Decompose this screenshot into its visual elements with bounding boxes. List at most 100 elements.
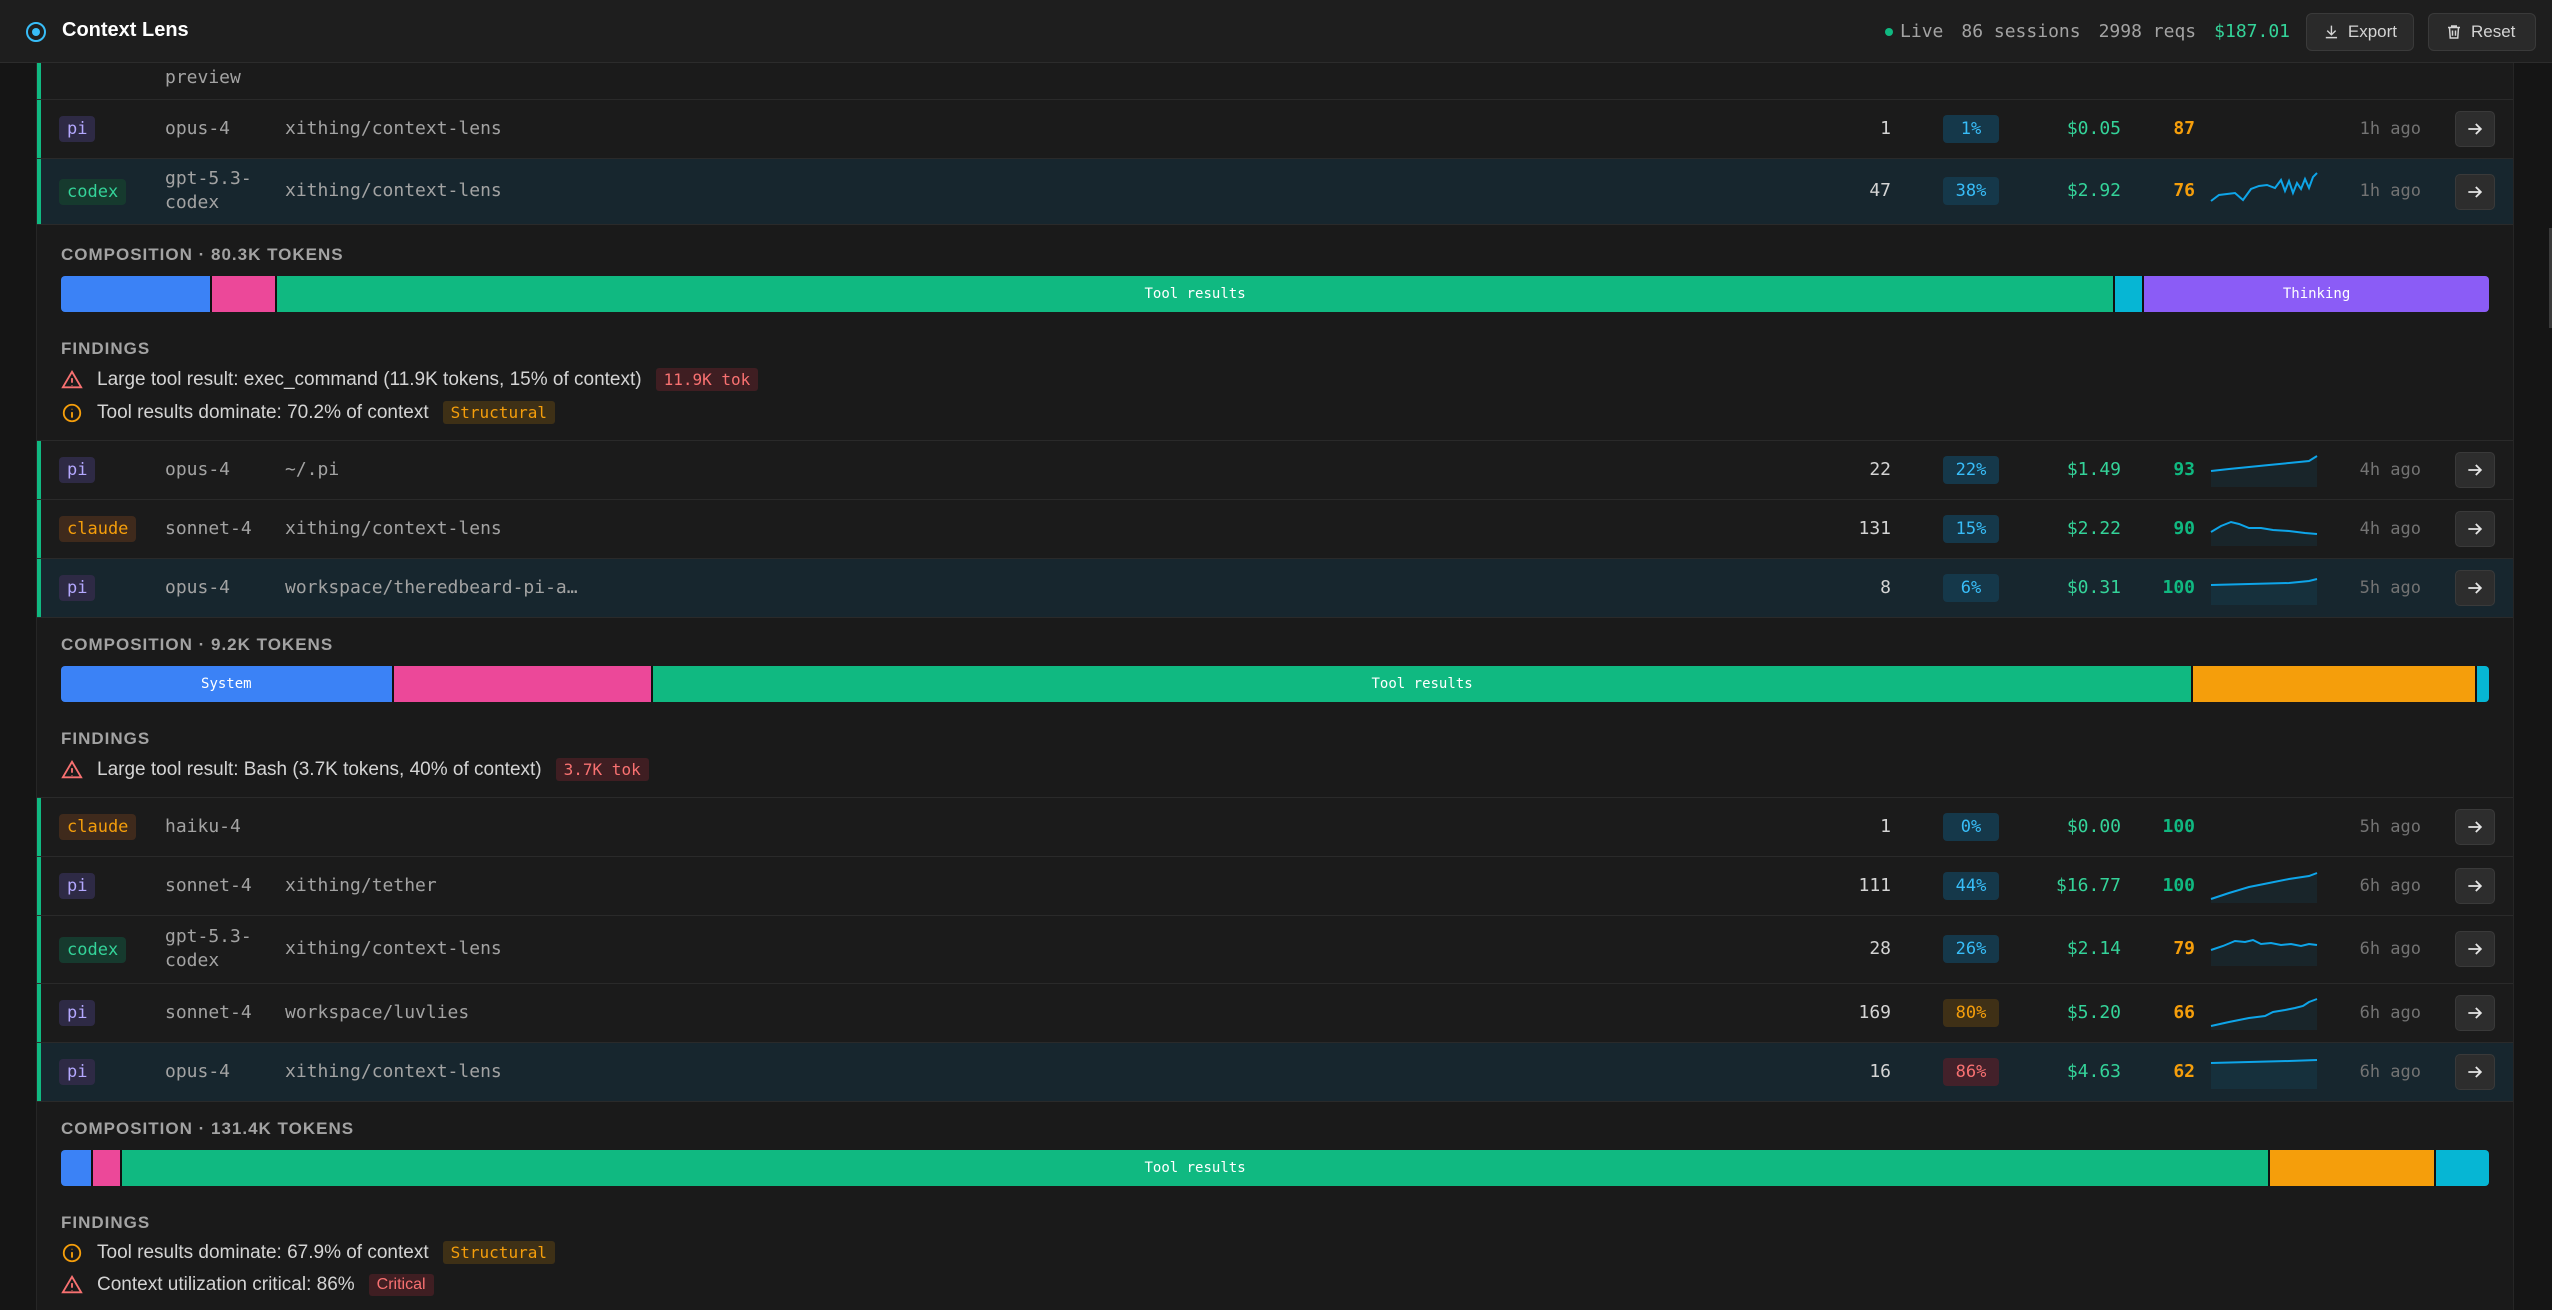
open-session-button[interactable] xyxy=(2455,995,2495,1031)
health-score: 87 xyxy=(2173,118,2195,139)
session-cost: $1.49 xyxy=(2066,459,2121,480)
open-session-button[interactable] xyxy=(2455,1054,2495,1090)
composition-segment[interactable] xyxy=(393,666,654,702)
agent-badge: pi xyxy=(59,1000,96,1026)
project-path: workspace/luvlies xyxy=(285,1002,470,1023)
utilization-badge: 22% xyxy=(1943,456,1999,484)
session-details: COMPOSITION · 80.3K TOKENS Tool results T… xyxy=(37,225,2513,441)
row-accent xyxy=(37,159,41,224)
composition-bar: Tool results xyxy=(61,1150,2489,1186)
composition-segment[interactable]: Tool results xyxy=(653,666,2193,702)
warning-icon xyxy=(61,369,83,388)
requests-count: 2998 reqs xyxy=(2098,21,2197,42)
usage-sparkline xyxy=(2210,998,2318,1030)
composition-segment[interactable] xyxy=(2115,276,2145,312)
table-row[interactable]: pi sonnet-4 xithing/tether 111 44% $16.7… xyxy=(37,857,2513,916)
health-score: 100 xyxy=(2162,577,2195,598)
model-name-line: codex xyxy=(165,192,220,213)
table-row[interactable]: pi opus-4 workspace/theredbeard-pi-a… 8 … xyxy=(37,559,2513,618)
row-accent xyxy=(37,559,41,617)
composition-segment[interactable] xyxy=(2435,1150,2489,1186)
composition-segment[interactable] xyxy=(61,1150,93,1186)
table-row[interactable]: codex gpt-5.3- codex xithing/context-len… xyxy=(37,916,2513,984)
table-row[interactable]: pi opus-4 xithing/context-lens 1 1% $0.0… xyxy=(37,100,2513,159)
agent-badge: pi xyxy=(59,116,96,142)
last-active: 4h ago xyxy=(2359,460,2421,480)
info-icon xyxy=(62,1243,82,1262)
table-row[interactable]: preview xyxy=(37,63,2513,100)
finding-text: Context utilization critical: 86% xyxy=(97,1274,355,1295)
composition-segment[interactable] xyxy=(2270,1150,2436,1186)
agent-badge: pi xyxy=(59,1059,96,1085)
agent-badge: codex xyxy=(59,179,127,205)
table-row[interactable]: pi opus-4 xithing/context-lens 16 86% $4… xyxy=(37,1043,2513,1102)
turn-count: 131 xyxy=(1858,518,1891,539)
project-path: xithing/context-lens xyxy=(285,118,502,139)
open-session-button[interactable] xyxy=(2455,570,2495,606)
table-row[interactable]: codex gpt-5.3- codex xithing/context-len… xyxy=(37,159,2513,225)
model-name: gpt-5.3- codex xyxy=(165,925,252,973)
row-accent xyxy=(37,63,41,99)
finding-text: Large tool result: Bash (3.7K tokens, 40… xyxy=(97,758,542,780)
finding-text: Tool results dominate: 67.9% of context xyxy=(97,1241,429,1263)
agent-badge: claude xyxy=(59,516,137,542)
warning-icon xyxy=(61,1274,83,1294)
usage-sparkline xyxy=(2210,938,2318,966)
project-path: xithing/context-lens xyxy=(285,518,502,539)
open-session-button[interactable] xyxy=(2455,111,2495,147)
row-accent xyxy=(37,857,41,915)
agent-badge: claude xyxy=(59,814,137,840)
health-score: 62 xyxy=(2173,1061,2195,1082)
composition-segment[interactable] xyxy=(2476,666,2489,702)
warning-icon xyxy=(61,759,83,778)
model-name: gpt-5.3- codex xyxy=(165,167,252,215)
arrow-right-icon xyxy=(2468,123,2483,135)
turn-count: 111 xyxy=(1858,875,1891,896)
last-active: 1h ago xyxy=(2359,181,2421,201)
composition-segment[interactable] xyxy=(61,276,212,312)
health-score: 79 xyxy=(2173,938,2195,959)
open-session-button[interactable] xyxy=(2455,809,2495,845)
reset-button[interactable]: Reset xyxy=(2428,13,2536,51)
table-row[interactable]: pi opus-4 ~/.pi 22 22% $1.49 93 4h ago xyxy=(37,441,2513,500)
table-row[interactable]: claude sonnet-4 xithing/context-lens 131… xyxy=(37,500,2513,559)
findings-title: FINDINGS xyxy=(61,729,151,748)
composition-segment[interactable]: Thinking xyxy=(2144,276,2489,312)
open-session-button[interactable] xyxy=(2455,511,2495,547)
composition-segment[interactable]: System xyxy=(61,666,394,702)
session-cost: $0.05 xyxy=(2066,118,2121,139)
model-name: opus-4 xyxy=(165,577,231,598)
composition-segment[interactable]: Tool results xyxy=(121,1150,2271,1186)
session-details: COMPOSITION · 131.4K TOKENS Tool results… xyxy=(37,1102,2513,1310)
open-session-button[interactable] xyxy=(2455,868,2495,904)
finding-tag: Structural xyxy=(442,1241,555,1264)
sessions-table: preview pi opus-4 xithing/context-lens 1… xyxy=(36,63,2514,1310)
row-accent xyxy=(37,441,41,499)
composition-segment[interactable] xyxy=(211,276,278,312)
finding-item: Large tool result: exec_command (11.9K t… xyxy=(61,368,759,391)
table-row[interactable]: claude haiku-4 1 0% $0.00 100 5h ago xyxy=(37,798,2513,857)
session-cost: $2.14 xyxy=(2066,938,2121,959)
last-active: 5h ago xyxy=(2359,578,2421,598)
utilization-badge: 1% xyxy=(1943,115,1999,143)
usage-sparkline xyxy=(2210,455,2318,487)
composition-segment[interactable]: Tool results xyxy=(277,276,2116,312)
model-name: haiku-4 xyxy=(165,816,241,837)
table-row[interactable]: pi sonnet-4 workspace/luvlies 169 80% $5… xyxy=(37,984,2513,1043)
trash-icon xyxy=(2448,25,2460,39)
composition-segment[interactable] xyxy=(2192,666,2477,702)
arrow-right-icon xyxy=(2468,943,2483,955)
turn-count: 1 xyxy=(1880,816,1891,837)
open-session-button[interactable] xyxy=(2455,452,2495,488)
reset-label: Reset xyxy=(2471,22,2516,41)
session-cost: $0.00 xyxy=(2066,816,2121,837)
session-cost: $16.77 xyxy=(2055,875,2121,896)
composition-segment[interactable] xyxy=(92,1150,122,1186)
export-button[interactable]: Export xyxy=(2306,13,2414,51)
open-session-button[interactable] xyxy=(2455,174,2495,210)
open-session-button[interactable] xyxy=(2455,931,2495,967)
utilization-badge: 86% xyxy=(1943,1058,1999,1086)
total-cost: $187.01 xyxy=(2214,21,2290,42)
composition-bar: System Tool results xyxy=(61,666,2489,702)
last-active: 1h ago xyxy=(2359,119,2421,139)
